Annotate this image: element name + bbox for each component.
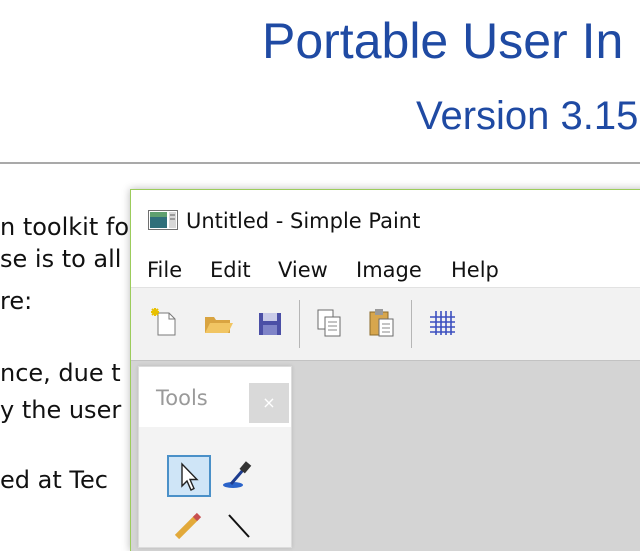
grid-icon bbox=[430, 311, 455, 335]
toolbar bbox=[131, 287, 640, 360]
document-text-line: n toolkit fo bbox=[0, 213, 130, 241]
menu-view[interactable]: View bbox=[278, 256, 328, 284]
tools-panel: Tools × bbox=[138, 366, 292, 548]
save-button[interactable] bbox=[253, 306, 287, 340]
copy-button[interactable] bbox=[313, 306, 347, 340]
menu-image[interactable]: Image bbox=[356, 256, 422, 284]
select-pointer-tool[interactable] bbox=[167, 455, 211, 497]
menu-file[interactable]: File bbox=[147, 256, 182, 284]
eyedropper-tool[interactable] bbox=[219, 455, 263, 497]
menu-help[interactable]: Help bbox=[451, 256, 499, 284]
title-bar[interactable]: Untitled - Simple Paint bbox=[131, 190, 640, 252]
menu-edit[interactable]: Edit bbox=[210, 256, 251, 284]
menu-bar: File Edit View Image Help bbox=[131, 256, 640, 286]
line-icon bbox=[228, 514, 250, 538]
open-folder-icon bbox=[205, 317, 233, 333]
window-title: Untitled - Simple Paint bbox=[186, 209, 421, 233]
document-text-line: nce, due t bbox=[0, 359, 121, 387]
tools-close-button[interactable]: × bbox=[249, 383, 289, 423]
app-icon bbox=[148, 210, 178, 230]
toolbar-separator bbox=[411, 300, 412, 348]
document-text-line: re: bbox=[0, 287, 33, 315]
new-file-button[interactable] bbox=[149, 306, 183, 340]
document-title: Portable User In bbox=[262, 13, 624, 69]
copy-icon bbox=[317, 309, 341, 337]
tools-panel-title: Tools bbox=[156, 386, 208, 410]
grid-button[interactable] bbox=[425, 306, 459, 340]
open-folder-button[interactable] bbox=[201, 306, 235, 340]
paste-icon bbox=[369, 309, 394, 337]
save-disk-icon bbox=[259, 313, 281, 335]
toolbar-separator bbox=[299, 300, 300, 348]
tools-panel-header[interactable]: Tools × bbox=[139, 367, 291, 427]
document-text-line: se is to all bbox=[0, 245, 122, 273]
new-file-icon bbox=[151, 308, 176, 336]
document-text-line: ed at Tec bbox=[0, 466, 108, 494]
paste-button[interactable] bbox=[365, 306, 399, 340]
document-divider bbox=[0, 162, 640, 164]
document-text-line: y the user bbox=[0, 396, 122, 424]
document-subtitle: Version 3.15 bbox=[416, 94, 639, 138]
pencil-tool[interactable] bbox=[167, 507, 211, 549]
line-tool[interactable] bbox=[219, 507, 263, 549]
pencil-icon bbox=[174, 512, 202, 540]
eyedropper-icon bbox=[223, 461, 252, 488]
pointer-icon bbox=[181, 462, 199, 491]
